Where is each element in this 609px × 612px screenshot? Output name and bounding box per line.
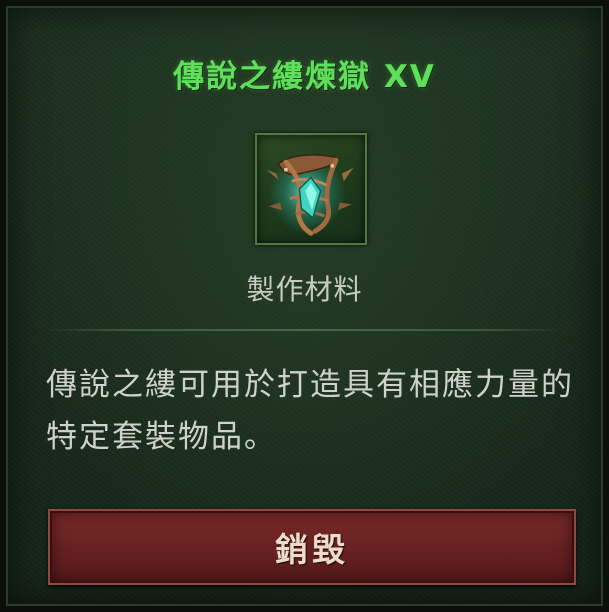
item-description: 傳說之縷可用於打造具有相應力量的特定套裝物品。 xyxy=(46,367,574,455)
item-title: 傳說之縷煉獄 XV xyxy=(173,59,436,95)
item-tooltip-panel: 傳說之縷煉獄 XV 製作材料 傳說之縷可用於打造具有相應力量的特定套裝物品。 銷… xyxy=(0,0,609,612)
destroy-button-label: 銷毀 xyxy=(275,530,349,569)
item-type-label: 製作材料 xyxy=(246,273,363,306)
item-icon-frame xyxy=(255,133,367,245)
destroy-button[interactable]: 銷毀 xyxy=(48,509,576,585)
divider xyxy=(46,329,563,331)
legendary-thread-icon xyxy=(266,152,354,236)
